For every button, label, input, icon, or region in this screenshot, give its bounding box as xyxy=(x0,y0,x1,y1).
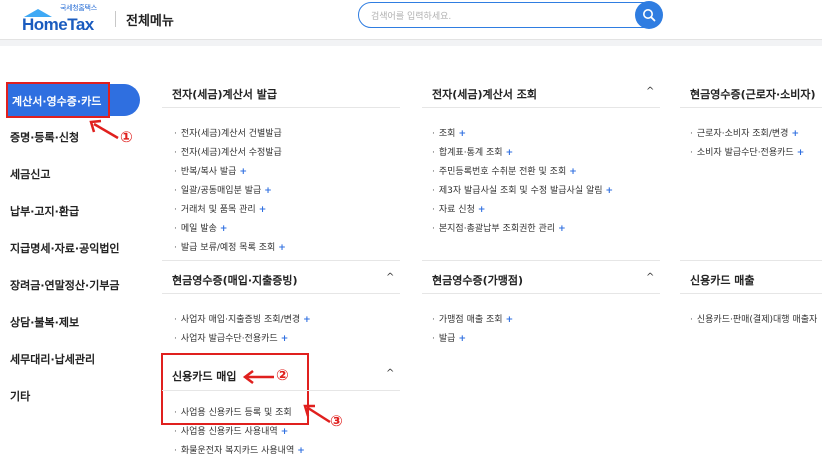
menu-item[interactable]: 전자(세금)계산서 수정발급 xyxy=(174,145,285,158)
search-placeholder: 검색어를 입력하세요. xyxy=(371,12,452,22)
annotation-arrow-2 xyxy=(242,370,274,384)
sidebar-item-incentive[interactable]: 장려금·연말정산·기부금 xyxy=(10,277,120,293)
annotation-number-3: ③ xyxy=(330,412,343,430)
menu-item[interactable]: 일괄/공동매입분 발급+ xyxy=(174,183,272,196)
logo-subtitle: 국세청홈택스 xyxy=(60,4,97,12)
search-icon xyxy=(643,9,656,22)
menu-item[interactable]: 발급+ xyxy=(432,331,466,344)
header: 국세청홈택스 HomeTax 전체메뉴 검색어를 입력하세요. xyxy=(0,0,822,40)
header-divider xyxy=(115,11,116,27)
menu-item[interactable]: 사업용 신용카드 사용내역+ xyxy=(174,424,288,437)
page-title: 전체메뉴 xyxy=(126,14,174,29)
menu-item[interactable]: 소비자 발급수단·전용카드+ xyxy=(690,145,804,158)
menu-item[interactable]: 주민등록번호 수취분 전환 및 조회+ xyxy=(432,164,577,177)
section-divider xyxy=(162,390,400,391)
menu-item[interactable]: 합계표·통계 조회+ xyxy=(432,145,513,158)
logo-text: HomeTax xyxy=(22,15,94,34)
menu-item[interactable]: 사업자 매입·지출증빙 조회/변경+ xyxy=(174,312,311,325)
section-title-cash-receipt-consumer[interactable]: 현금영수증(근로자·소비자) xyxy=(690,86,816,102)
chevron-up-icon[interactable]: ^ xyxy=(646,272,654,283)
header-band xyxy=(0,40,822,46)
chevron-up-icon[interactable]: ^ xyxy=(386,368,394,379)
highlight-box-sidebar xyxy=(6,82,110,118)
section-divider xyxy=(162,260,400,261)
annotation-arrow-1 xyxy=(89,119,119,140)
section-divider xyxy=(422,107,660,108)
menu-item[interactable]: 거래처 및 품목 관리+ xyxy=(174,202,266,215)
menu-item-register-business-card[interactable]: 사업용 신용카드 등록 및 조회 xyxy=(174,405,295,418)
sidebar-item-etc[interactable]: 기타 xyxy=(10,388,30,404)
sidebar-item-tax-agent[interactable]: 세무대리·납세관리 xyxy=(10,351,95,367)
menu-item[interactable]: 근로자·소비자 조회/변경+ xyxy=(690,126,799,139)
section-title-einvoice-inquiry[interactable]: 전자(세금)계산서 조회 xyxy=(432,86,537,102)
section-divider xyxy=(680,107,822,108)
annotation-arrow-3 xyxy=(303,404,331,424)
hometax-logo[interactable]: 국세청홈택스 HomeTax xyxy=(18,3,118,37)
menu-item[interactable]: 반복/복사 발급+ xyxy=(174,164,247,177)
section-title-credit-card-sales[interactable]: 신용카드 매출 xyxy=(690,272,755,288)
section-divider xyxy=(162,293,400,294)
section-title-cash-receipt-purchase[interactable]: 현금영수증(매입·지출증빙) xyxy=(172,272,298,288)
menu-item[interactable]: 자료 신청+ xyxy=(432,202,486,215)
section-title-einvoice-issue[interactable]: 전자(세금)계산서 발급 xyxy=(172,86,277,102)
menu-item[interactable]: 신용카드·판매(결제)대행 매출자 xyxy=(690,312,820,325)
menu-item[interactable]: 화물운전자 복지카드 사용내역+ xyxy=(174,443,305,456)
section-divider xyxy=(422,260,660,261)
menu-item[interactable]: 발급 보류/예정 목록 조회+ xyxy=(174,240,286,253)
section-divider xyxy=(680,293,822,294)
menu-item[interactable]: 제3자 발급사실 조회 및 수정 발급사실 알림+ xyxy=(432,183,613,196)
section-title-cash-receipt-merchant[interactable]: 현금영수증(가맹점) xyxy=(432,272,523,288)
section-divider xyxy=(162,107,400,108)
menu-item[interactable]: 메일 발송+ xyxy=(174,221,228,234)
menu-item[interactable]: 가맹점 매출 조회+ xyxy=(432,312,513,325)
chevron-up-icon[interactable]: ^ xyxy=(386,272,394,283)
section-divider xyxy=(422,293,660,294)
menu-item[interactable]: 조회+ xyxy=(432,126,466,139)
menu-item[interactable]: 본지점·총괄납부 조회권한 관리+ xyxy=(432,221,566,234)
sidebar-item-payment[interactable]: 납부·고지·환급 xyxy=(10,203,79,219)
menu-item[interactable]: 사업자 발급수단·전용카드+ xyxy=(174,331,288,344)
annotation-number-1: ① xyxy=(120,128,133,146)
search-input[interactable]: 검색어를 입력하세요. xyxy=(358,2,660,28)
sidebar-item-consulting[interactable]: 상담·불복·제보 xyxy=(10,314,79,330)
annotation-number-2: ② xyxy=(276,366,289,384)
search-button[interactable] xyxy=(635,1,663,29)
sidebar-item-tax-filing[interactable]: 세금신고 xyxy=(10,166,50,182)
sidebar-item-payment-statement[interactable]: 지급명세·자료·공익법인 xyxy=(10,240,120,256)
sidebar-item-certificate[interactable]: 증명·등록·신청 xyxy=(10,129,79,145)
chevron-up-icon[interactable]: ^ xyxy=(646,86,654,97)
section-divider xyxy=(680,260,822,261)
menu-item[interactable]: 전자(세금)계산서 건별발급 xyxy=(174,126,285,139)
